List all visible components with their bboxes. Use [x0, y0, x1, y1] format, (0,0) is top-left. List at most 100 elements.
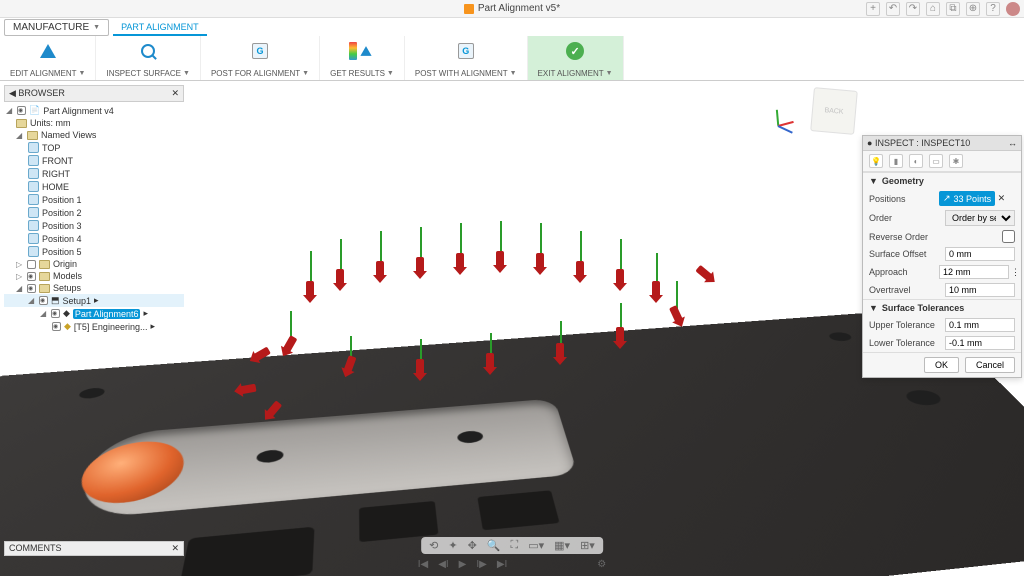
display-style-icon[interactable]: ▭▾ — [528, 539, 544, 552]
tree-setup1[interactable]: ◢⬒Setup1▸ — [4, 294, 184, 307]
ribbon: MANUFACTURE ▼ PART ALIGNMENT EDIT ALIGNM… — [0, 18, 1024, 81]
results-palette-icon — [349, 42, 357, 60]
goto-start-icon[interactable]: I◀ — [418, 559, 428, 570]
more-options-icon[interactable]: ⋮ — [1011, 267, 1020, 278]
get-results-button[interactable]: GET RESULTS▼ — [320, 36, 405, 80]
fit-icon[interactable]: ⛶ — [511, 539, 519, 552]
inspect-tab-icons: 💡 ▮ ◐ ▭ ✱ — [863, 151, 1021, 172]
main-area: BACK ◀ BROWSER✕ ◢📄Part Alignment v4 Unit… — [0, 81, 1024, 576]
overtravel-input[interactable] — [945, 283, 1015, 297]
inspect-tab-cycle-icon[interactable]: ◐ — [909, 154, 923, 168]
extensions-icon[interactable]: ⧉ — [946, 2, 960, 16]
step-forward-icon[interactable]: I▶ — [476, 559, 486, 570]
expand-comments-icon[interactable]: ✕ — [171, 543, 179, 554]
cancel-button[interactable]: Cancel — [965, 357, 1015, 373]
grid-add-icon[interactable]: + — [866, 2, 880, 16]
prop-upper-tolerance: Upper Tolerance — [863, 316, 1021, 334]
results-model-icon — [361, 46, 372, 56]
clear-selection-icon[interactable]: ✕ — [998, 193, 1006, 203]
selected-surface — [71, 438, 190, 507]
inspect-surface-icon — [141, 44, 155, 58]
browser-header[interactable]: ◀ BROWSER✕ — [4, 85, 184, 102]
surface-offset-input[interactable] — [945, 247, 1015, 261]
snap-icon[interactable]: ⊞▾ — [580, 539, 595, 552]
undo-icon[interactable]: ↶ — [886, 2, 900, 16]
tree-setups[interactable]: ◢Setups — [4, 282, 184, 294]
edit-alignment-button[interactable]: EDIT ALIGNMENT▼ — [0, 36, 96, 80]
prop-overtravel: Overtravel — [863, 281, 1021, 299]
section-surface-tolerances[interactable]: ▼ Surface Tolerances — [863, 299, 1021, 316]
prop-positions: Positions ↗ 33 Points ✕ — [863, 189, 1021, 208]
inspect-tab-box-icon[interactable]: ▭ — [929, 154, 943, 168]
order-select[interactable]: Order by selectio — [945, 210, 1015, 226]
panel-options-icon[interactable]: ✕ — [171, 88, 179, 99]
inspect-tab-target-icon[interactable]: ✱ — [949, 154, 963, 168]
workspace-label: MANUFACTURE — [13, 22, 89, 33]
tree-view-front[interactable]: FRONT — [4, 154, 184, 167]
upper-tolerance-input[interactable] — [945, 318, 1015, 332]
inspect-tab-probe-icon[interactable]: ▮ — [889, 154, 903, 168]
section-geometry[interactable]: ▼ Geometry — [863, 172, 1021, 189]
help-icon[interactable]: ? — [986, 2, 1000, 16]
tree-engineering[interactable]: ◆[T5] Engineering...▸ — [4, 320, 184, 333]
exit-check-icon — [566, 42, 584, 60]
inspect-surface-button[interactable]: INSPECT SURFACE▼ — [96, 36, 200, 80]
positions-badge[interactable]: ↗ 33 Points — [939, 191, 995, 206]
tree-origin[interactable]: ▷Origin — [4, 258, 184, 270]
edit-alignment-icon — [40, 44, 56, 58]
approach-input[interactable] — [939, 265, 1009, 279]
prop-surface-offset: Surface Offset — [863, 245, 1021, 263]
pan-icon[interactable]: ✥ — [468, 539, 477, 552]
inspect-panel: ● INSPECT : INSPECT10 ↔ 💡 ▮ ◐ ▭ ✱ ▼ Geom… — [862, 135, 1022, 378]
viewcube[interactable]: BACK — [810, 87, 858, 135]
axis-triad — [770, 109, 802, 141]
step-back-icon[interactable]: ◀I — [438, 559, 448, 570]
notifications-icon[interactable]: ⊕ — [966, 2, 980, 16]
user-avatar[interactable] — [1006, 2, 1020, 16]
tree-named-views[interactable]: ◢Named Views — [4, 129, 184, 141]
post-with-alignment-button[interactable]: POST WITH ALIGNMENT▼ — [405, 36, 528, 80]
tab-part-alignment[interactable]: PART ALIGNMENT — [113, 20, 207, 36]
zoom-icon[interactable]: 🔍 — [487, 539, 501, 552]
prop-approach: Approach ⋮ — [863, 263, 1021, 281]
timeline-settings-icon[interactable]: ⚙ — [597, 559, 606, 570]
grid-icon[interactable]: ▦▾ — [554, 539, 570, 552]
gcode-icon — [252, 43, 268, 59]
redo-icon[interactable]: ↷ — [906, 2, 920, 16]
inspect-tab-light-icon[interactable]: 💡 — [869, 154, 883, 168]
tree-part-alignment-item[interactable]: ◢◆Part Alignment6▸ — [4, 307, 184, 320]
tree-root[interactable]: ◢📄Part Alignment v4 — [4, 104, 184, 117]
tree-view-pos2[interactable]: Position 2 — [4, 206, 184, 219]
workspace-selector[interactable]: MANUFACTURE ▼ — [4, 19, 109, 36]
look-at-icon[interactable]: ✦ — [448, 539, 457, 552]
tree-view-pos1[interactable]: Position 1 — [4, 193, 184, 206]
tree-view-pos5[interactable]: Position 5 — [4, 245, 184, 258]
goto-end-icon[interactable]: ▶I — [497, 559, 507, 570]
gcode-icon-2 — [458, 43, 474, 59]
comments-panel[interactable]: COMMENTS✕ — [4, 541, 184, 556]
tree-units[interactable]: Units: mm — [4, 117, 184, 129]
prop-lower-tolerance: Lower Tolerance — [863, 334, 1021, 352]
window-title-bar: Part Alignment v5* + ↶ ↷ ⌂ ⧉ ⊕ ? — [0, 0, 1024, 18]
exit-alignment-button[interactable]: EXIT ALIGNMENT▼ — [528, 36, 624, 80]
tree-models[interactable]: ▷Models — [4, 270, 184, 282]
tree-view-pos4[interactable]: Position 4 — [4, 232, 184, 245]
home-icon[interactable]: ⌂ — [926, 2, 940, 16]
post-for-alignment-button[interactable]: POST FOR ALIGNMENT▼ — [201, 36, 320, 80]
timeline-playback: I◀ ◀I ▶ I▶ ▶I ⚙ — [0, 556, 1024, 572]
tree-view-top[interactable]: TOP — [4, 141, 184, 154]
panel-menu-icon[interactable]: ↔ — [1008, 138, 1017, 148]
chevron-down-icon: ▼ — [93, 24, 100, 31]
prop-reverse-order: Reverse Order — [863, 228, 1021, 245]
ok-button[interactable]: OK — [924, 357, 959, 373]
play-icon[interactable]: ▶ — [459, 559, 467, 570]
tree-view-home[interactable]: HOME — [4, 180, 184, 193]
reverse-order-checkbox[interactable] — [1002, 230, 1015, 243]
tree-view-right[interactable]: RIGHT — [4, 167, 184, 180]
browser-panel: ◀ BROWSER✕ ◢📄Part Alignment v4 Units: mm… — [4, 85, 184, 335]
view-toolbar: ⟲ ✦ ✥ 🔍 ⛶ ▭▾ ▦▾ ⊞▾ — [421, 537, 603, 554]
lower-tolerance-input[interactable] — [945, 336, 1015, 350]
inspect-header[interactable]: ● INSPECT : INSPECT10 ↔ — [863, 136, 1021, 151]
orbit-icon[interactable]: ⟲ — [429, 539, 438, 552]
tree-view-pos3[interactable]: Position 3 — [4, 219, 184, 232]
